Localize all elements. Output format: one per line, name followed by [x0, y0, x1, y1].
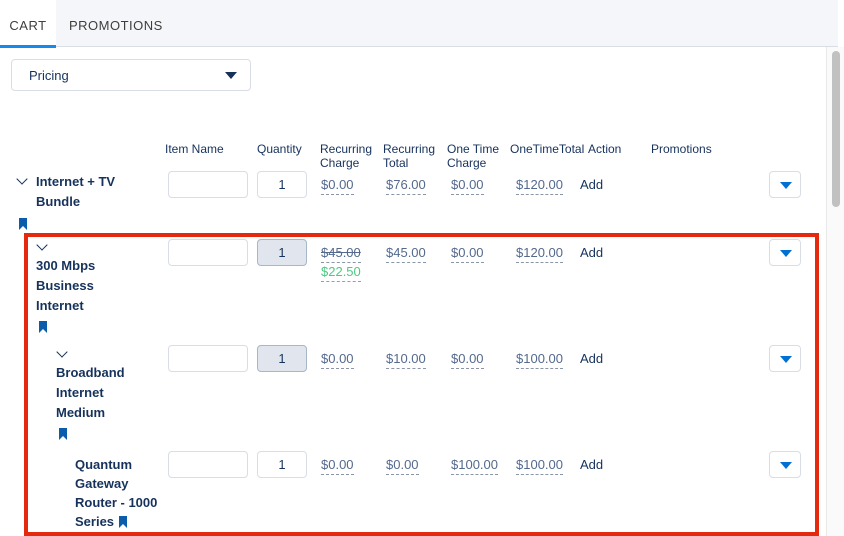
row-label-line: Bundle [36, 194, 81, 209]
bookmark-icon [39, 321, 47, 333]
row-label-line: Internet [36, 298, 84, 313]
tab-bar: CART PROMOTIONS [0, 0, 838, 48]
bookmark-icon [119, 516, 127, 528]
row-menu-button[interactable] [769, 451, 801, 478]
recurring-charge[interactable]: $0.00 [321, 351, 354, 369]
quantity-input: 1 [257, 239, 307, 266]
row-label-300mbps: 300 Mbps Business Internet [36, 256, 95, 316]
row-label-line: Broadband [56, 365, 125, 380]
row-menu-button[interactable] [769, 345, 801, 372]
one-time-total: $100.00 [516, 351, 563, 369]
header-promotions: Promotions [651, 142, 712, 156]
row-label-line: Medium [56, 405, 106, 420]
item-name-input[interactable] [168, 345, 248, 372]
row-label-line: Series [75, 514, 115, 529]
tab-promotions[interactable]: PROMOTIONS [69, 0, 163, 47]
header-recurring-total-line1: Recurring [383, 142, 436, 156]
tab-cart[interactable]: CART [0, 0, 56, 48]
quantity-input[interactable]: 1 [257, 171, 307, 198]
one-time-total: $120.00 [516, 177, 563, 195]
header-one-time-charge-line1: One Time [447, 142, 500, 156]
header-recurring-charge: Recurring Charge [320, 142, 372, 170]
recurring-charge[interactable]: $0.00 [321, 457, 354, 475]
header-quantity: Quantity [257, 142, 302, 156]
header-one-time-total: OneTimeTotal [510, 142, 585, 156]
recurring-total: $10.00 [386, 351, 426, 369]
add-action-link[interactable]: Add [580, 177, 603, 192]
row-label-broadband: Broadband Internet Medium [56, 363, 125, 423]
one-time-charge[interactable]: $0.00 [451, 177, 484, 195]
view-select-value: Pricing [29, 68, 69, 83]
row-label-line: Internet [56, 385, 104, 400]
header-recurring-total: Recurring Total [383, 142, 435, 170]
one-time-charge[interactable]: $100.00 [451, 457, 498, 475]
item-name-input[interactable] [168, 451, 248, 478]
recurring-total: $76.00 [386, 177, 426, 195]
recurring-charge[interactable]: $0.00 [321, 177, 354, 195]
quantity-input: 1 [257, 345, 307, 372]
view-select[interactable]: Pricing [11, 59, 251, 91]
row-label-bundle: Internet + TV Bundle [36, 172, 115, 212]
item-name-input[interactable] [168, 239, 248, 266]
one-time-charge[interactable]: $0.00 [451, 351, 484, 369]
scrollbar-thumb[interactable] [832, 51, 840, 207]
one-time-total: $100.00 [516, 457, 563, 475]
recurring-charge-discounted[interactable]: $22.50 [321, 264, 361, 282]
add-action-link[interactable]: Add [580, 245, 603, 260]
bookmark-icon [19, 218, 27, 230]
header-action: Action [588, 142, 622, 156]
header-one-time-charge: One Time Charge [447, 142, 499, 170]
chevron-down-icon [225, 72, 237, 79]
header-recurring-charge-line1: Recurring [320, 142, 373, 156]
chevron-down-icon[interactable] [16, 173, 28, 185]
row-label-line: 300 Mbps [36, 258, 96, 273]
vertical-scrollbar[interactable] [826, 47, 844, 536]
chevron-down-icon [780, 356, 792, 363]
chevron-down-icon [780, 462, 792, 469]
row-label-line: Gateway [75, 476, 129, 491]
row-menu-button[interactable] [769, 171, 801, 198]
add-action-link[interactable]: Add [580, 457, 603, 472]
recurring-charge-original: $45.00 [321, 245, 361, 263]
header-one-time-charge-line2: Charge [447, 156, 487, 170]
row-label-line: Router - 1000 [75, 495, 158, 510]
chevron-down-icon [780, 250, 792, 257]
row-label-line: Business [36, 278, 94, 293]
recurring-total: $45.00 [386, 245, 426, 263]
header-recurring-charge-line2: Charge [320, 156, 360, 170]
add-action-link[interactable]: Add [580, 351, 603, 366]
item-name-input[interactable] [168, 171, 248, 198]
row-menu-button[interactable] [769, 239, 801, 266]
row-label-line: Quantum [75, 457, 133, 472]
one-time-charge[interactable]: $0.00 [451, 245, 484, 263]
bookmark-icon [59, 428, 67, 440]
row-label-quantum-gateway: Quantum Gateway Router - 1000 Series [75, 455, 157, 531]
quantity-input[interactable]: 1 [257, 451, 307, 478]
chevron-down-icon [780, 182, 792, 189]
recurring-total: $0.00 [386, 457, 419, 475]
header-item-name: Item Name [165, 142, 224, 156]
one-time-total: $120.00 [516, 245, 563, 263]
row-label-line: Internet + TV [36, 174, 116, 189]
header-recurring-total-line2: Total [383, 156, 409, 170]
